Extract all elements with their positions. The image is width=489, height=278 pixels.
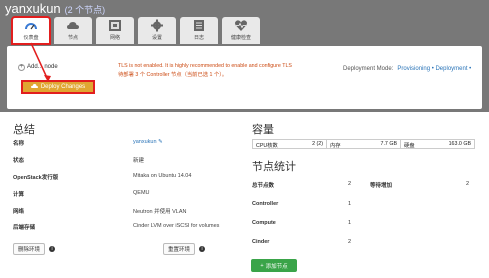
environment-name: yanxukun: [5, 1, 61, 16]
reset-environment-button[interactable]: 重置环境: [163, 243, 195, 255]
tab-dashboard[interactable]: 仪表盘: [11, 16, 51, 45]
plus-icon: +: [18, 64, 25, 71]
deployment-mode-dropdown[interactable]: Provisioning • Deployment •: [397, 66, 471, 72]
node-count: (2 个节点): [64, 5, 106, 15]
delete-environment-button[interactable]: 删除环境: [13, 243, 45, 255]
add-node-link[interactable]: + Add... node: [18, 64, 58, 71]
capacity-table: CPU核数 2 (2) 内存 7.7 GB 硬盘 163.0 GB: [252, 139, 475, 149]
capacity-cpu: CPU核数 2 (2): [253, 140, 327, 149]
environment-name-link[interactable]: yanxukun ✎: [133, 139, 163, 145]
upload-icon: [30, 84, 38, 88]
tab-bar: 仪表盘 节点 网络 设置 日志 健康检查: [11, 16, 260, 45]
summary-row: 网络 Neutron 并使用 VLAN: [13, 209, 187, 215]
cloud-icon: [67, 22, 79, 29]
header-title: yanxukun (2 个节点): [5, 1, 105, 16]
summary-row: 状态 新建: [13, 158, 145, 164]
capacity-disk: 硬盘 163.0 GB: [404, 141, 471, 149]
capacity-title: 容量: [252, 124, 274, 136]
deploy-changes-button[interactable]: Deploy Changes: [21, 80, 95, 94]
summary-row: 后端存储 Cinder LVM over iSCSI for volumes: [13, 223, 220, 231]
heartbeat-icon: [235, 20, 247, 31]
tab-network[interactable]: 网络: [96, 17, 134, 44]
pencil-icon: ✎: [158, 139, 163, 145]
plus-icon: +: [260, 262, 264, 269]
gear-icon: [151, 19, 163, 32]
deployment-mode: Deployment Mode: Provisioning • Deploymen…: [343, 66, 472, 72]
node-stats-title: 节点统计: [252, 161, 296, 173]
summary-row: 计算 QEMU: [13, 190, 150, 198]
tab-logs[interactable]: 日志: [180, 17, 218, 44]
summary-row: 名称 yanxukun ✎: [13, 139, 163, 147]
info-icon[interactable]: i: [199, 246, 205, 252]
tab-settings[interactable]: 设置: [138, 17, 176, 44]
main-content: 总结 名称 yanxukun ✎ 状态 新建 OpenStack发行版 Mita…: [0, 112, 489, 278]
tls-warning: TLS is not enabled. It is highly recomme…: [118, 63, 292, 78]
network-icon: [109, 20, 121, 31]
capacity-memory: 内存 7.7 GB: [327, 140, 401, 149]
add-nodes-button[interactable]: + 添加节点: [251, 259, 297, 272]
summary-row: OpenStack发行版 Mitaka on Ubuntu 14.04: [13, 173, 192, 181]
tab-health-check[interactable]: 健康检查: [222, 17, 260, 44]
tab-nodes[interactable]: 节点: [54, 17, 92, 44]
deploy-panel: + Add... node Deploy Changes TLS is not e…: [7, 46, 482, 109]
summary-title: 总结: [13, 124, 35, 136]
logs-icon: [194, 20, 204, 31]
dashboard-icon: [25, 23, 37, 30]
info-icon[interactable]: i: [49, 246, 55, 252]
